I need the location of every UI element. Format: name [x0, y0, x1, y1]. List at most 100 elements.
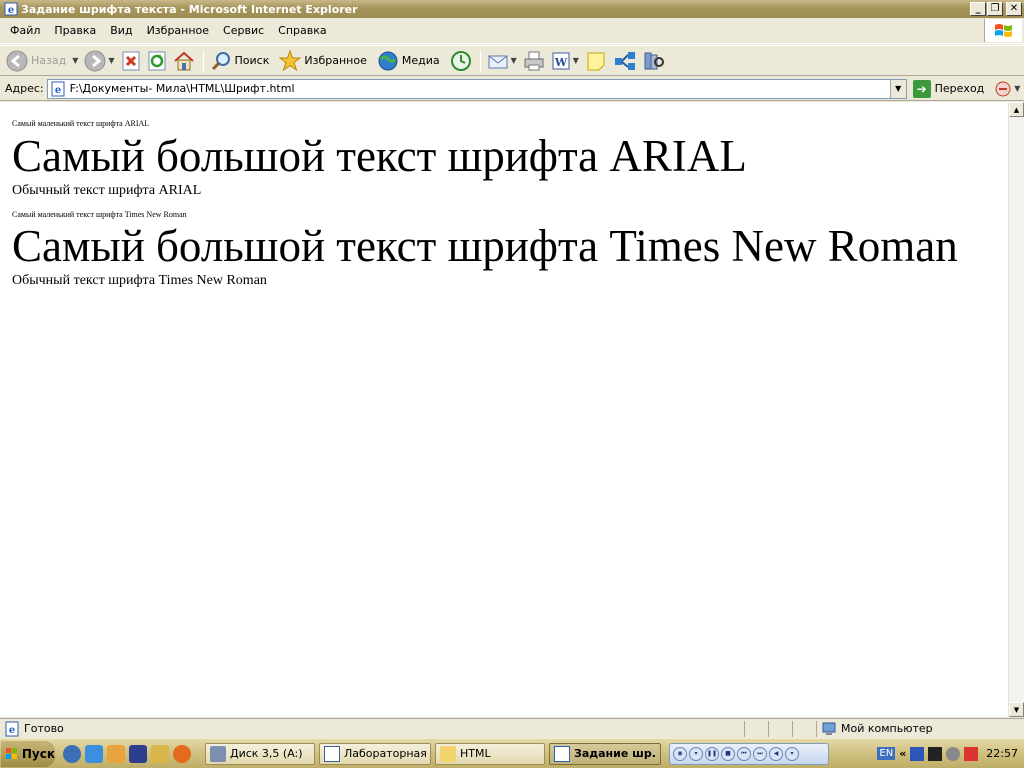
- stop-media-icon[interactable]: ■: [721, 746, 735, 761]
- word-icon: [324, 745, 340, 762]
- status-bar: e Готово Мой компьютер: [0, 718, 1024, 738]
- svg-text:W: W: [554, 56, 568, 69]
- media-menu-icon[interactable]: ▾: [689, 746, 703, 761]
- network-icon[interactable]: [910, 746, 925, 761]
- messenger-button[interactable]: [611, 48, 639, 74]
- zone-label: Мой компьютер: [841, 722, 933, 735]
- windows-logo: [984, 19, 1022, 42]
- language-indicator[interactable]: EN: [877, 747, 896, 760]
- refresh-button[interactable]: [145, 48, 169, 74]
- research-button[interactable]: [641, 48, 667, 74]
- star-icon: [279, 49, 302, 71]
- menu-help[interactable]: Справка: [272, 22, 334, 39]
- favorites-button[interactable]: Избранное: [277, 48, 372, 74]
- menu-bar: Файл Правка Вид Избранное Сервис Справка: [0, 18, 1024, 44]
- volume-icon[interactable]: ◀: [769, 746, 783, 761]
- task-ie-active[interactable]: Задание шр...: [549, 742, 661, 765]
- status-cell: [792, 720, 816, 737]
- forward-dropdown-icon[interactable]: ▼: [108, 56, 114, 65]
- mail-dropdown-icon[interactable]: ▼: [511, 56, 517, 65]
- edit-button[interactable]: W ▼: [549, 48, 581, 74]
- address-dropdown-icon[interactable]: ▼: [889, 79, 906, 98]
- ie-launch-icon[interactable]: [85, 744, 103, 763]
- address-bar: Адрес: e F:\Документы- Мила\HTML\Шрифт.h…: [0, 77, 1024, 101]
- security-zone[interactable]: Мой компьютер: [816, 720, 933, 737]
- windows-flag-icon: [5, 747, 17, 759]
- start-button[interactable]: Пуск: [1, 740, 55, 767]
- discuss-button[interactable]: [583, 48, 609, 74]
- tray-expand-icon[interactable]: «: [899, 747, 906, 760]
- scroll-down-icon[interactable]: ▼: [1009, 702, 1024, 717]
- next-icon[interactable]: ⏭: [753, 746, 767, 761]
- close-button[interactable]: ✕: [1006, 2, 1022, 16]
- menu-file[interactable]: Файл: [4, 22, 48, 39]
- search-icon: [211, 51, 230, 70]
- minimize-button[interactable]: _: [970, 2, 986, 16]
- pause-icon[interactable]: ❚❚: [705, 746, 719, 761]
- antivirus-icon[interactable]: [964, 746, 979, 761]
- mail-button[interactable]: ▼: [485, 48, 519, 74]
- content-line-arial-small: Самый маленький текст шрифта ARIAL: [12, 119, 150, 128]
- content-line-times-normal: Обычный текст шрифта Times New Roman: [12, 273, 267, 289]
- scroll-up-icon[interactable]: ▲: [1009, 102, 1024, 117]
- system-tray: EN « 22:57: [871, 741, 1024, 767]
- task-label: Диск 3,5 (A:): [230, 747, 303, 760]
- content-line-arial-normal: Обычный текст шрифта ARIAL: [12, 182, 202, 198]
- ie-page-icon: e: [4, 2, 18, 16]
- media-button[interactable]: Медиа: [375, 48, 446, 74]
- back-dropdown-icon[interactable]: ▼: [72, 56, 78, 65]
- stop-button[interactable]: [119, 48, 143, 74]
- status-cell: [744, 720, 768, 737]
- media-player-toolbar: ◉ ▾ ❚❚ ■ ⏮ ⏭ ◀ ▾: [669, 742, 829, 765]
- vertical-scrollbar[interactable]: ▲ ▼: [1008, 102, 1024, 717]
- refresh-icon: [148, 51, 166, 70]
- go-arrow-icon: ➔: [912, 79, 931, 98]
- task-label: Задание шр...: [574, 747, 656, 760]
- menu-tools[interactable]: Сервис: [217, 22, 272, 39]
- media-logo-icon[interactable]: ◉: [673, 746, 687, 761]
- outlook-icon[interactable]: [107, 744, 125, 763]
- go-button[interactable]: ➔ Переход: [912, 79, 985, 98]
- previous-icon[interactable]: ⏮: [737, 746, 751, 761]
- save-disk-icon[interactable]: [129, 744, 147, 763]
- address-label: Адрес:: [5, 82, 44, 95]
- menu-edit[interactable]: Правка: [48, 22, 104, 39]
- toolbar-separator: [202, 49, 204, 72]
- menu-view[interactable]: Вид: [104, 22, 140, 39]
- clock: 22:57: [986, 747, 1018, 760]
- window-title: Задание шрифта текста - Microsoft Intern…: [21, 2, 358, 16]
- menu-favorites[interactable]: Избранное: [141, 22, 217, 39]
- messenger-icon: [614, 51, 635, 70]
- task-folder[interactable]: HTML: [435, 742, 545, 765]
- print-button[interactable]: [521, 48, 547, 74]
- restore-media-icon[interactable]: ▾: [785, 746, 799, 761]
- edit-dropdown-icon[interactable]: ▼: [573, 56, 579, 65]
- svg-text:e: e: [8, 5, 14, 16]
- status-message: e Готово: [4, 721, 744, 737]
- svg-text:e: e: [9, 725, 15, 736]
- task-floppy[interactable]: Диск 3,5 (A:): [205, 742, 315, 765]
- firefox-icon[interactable]: [173, 744, 191, 763]
- home-button[interactable]: [171, 48, 197, 74]
- forward-button[interactable]: ▼: [82, 48, 116, 74]
- chat-icon[interactable]: [946, 746, 961, 761]
- back-button[interactable]: Назад ▼: [4, 48, 80, 74]
- task-word[interactable]: Лабораторная ...: [319, 742, 431, 765]
- history-button[interactable]: [448, 48, 474, 74]
- restore-button[interactable]: ❐: [987, 2, 1003, 16]
- address-input[interactable]: e F:\Документы- Мила\HTML\Шрифт.html ▼: [46, 78, 907, 99]
- search-label: Поиск: [234, 54, 270, 67]
- page-content: Самый маленький текст шрифта ARIAL Самый…: [0, 102, 1008, 717]
- search-button[interactable]: Поиск: [208, 48, 276, 74]
- pen-icon[interactable]: [151, 744, 169, 763]
- task-label: HTML: [460, 747, 491, 760]
- display-icon[interactable]: [928, 746, 943, 761]
- title-bar: e Задание шрифта текста - Microsoft Inte…: [0, 0, 1024, 18]
- favorites-label: Избранное: [304, 54, 367, 67]
- standard-toolbar: Назад ▼ ▼ Поиск Избранное Медиа ▼ W ▼: [0, 45, 1024, 76]
- quick-launch: [63, 744, 191, 763]
- go-label: Переход: [934, 82, 985, 95]
- links-toolbar[interactable]: ▼: [994, 80, 1020, 98]
- links-dropdown-icon[interactable]: ▼: [1014, 84, 1020, 93]
- media-player-icon[interactable]: [63, 744, 81, 763]
